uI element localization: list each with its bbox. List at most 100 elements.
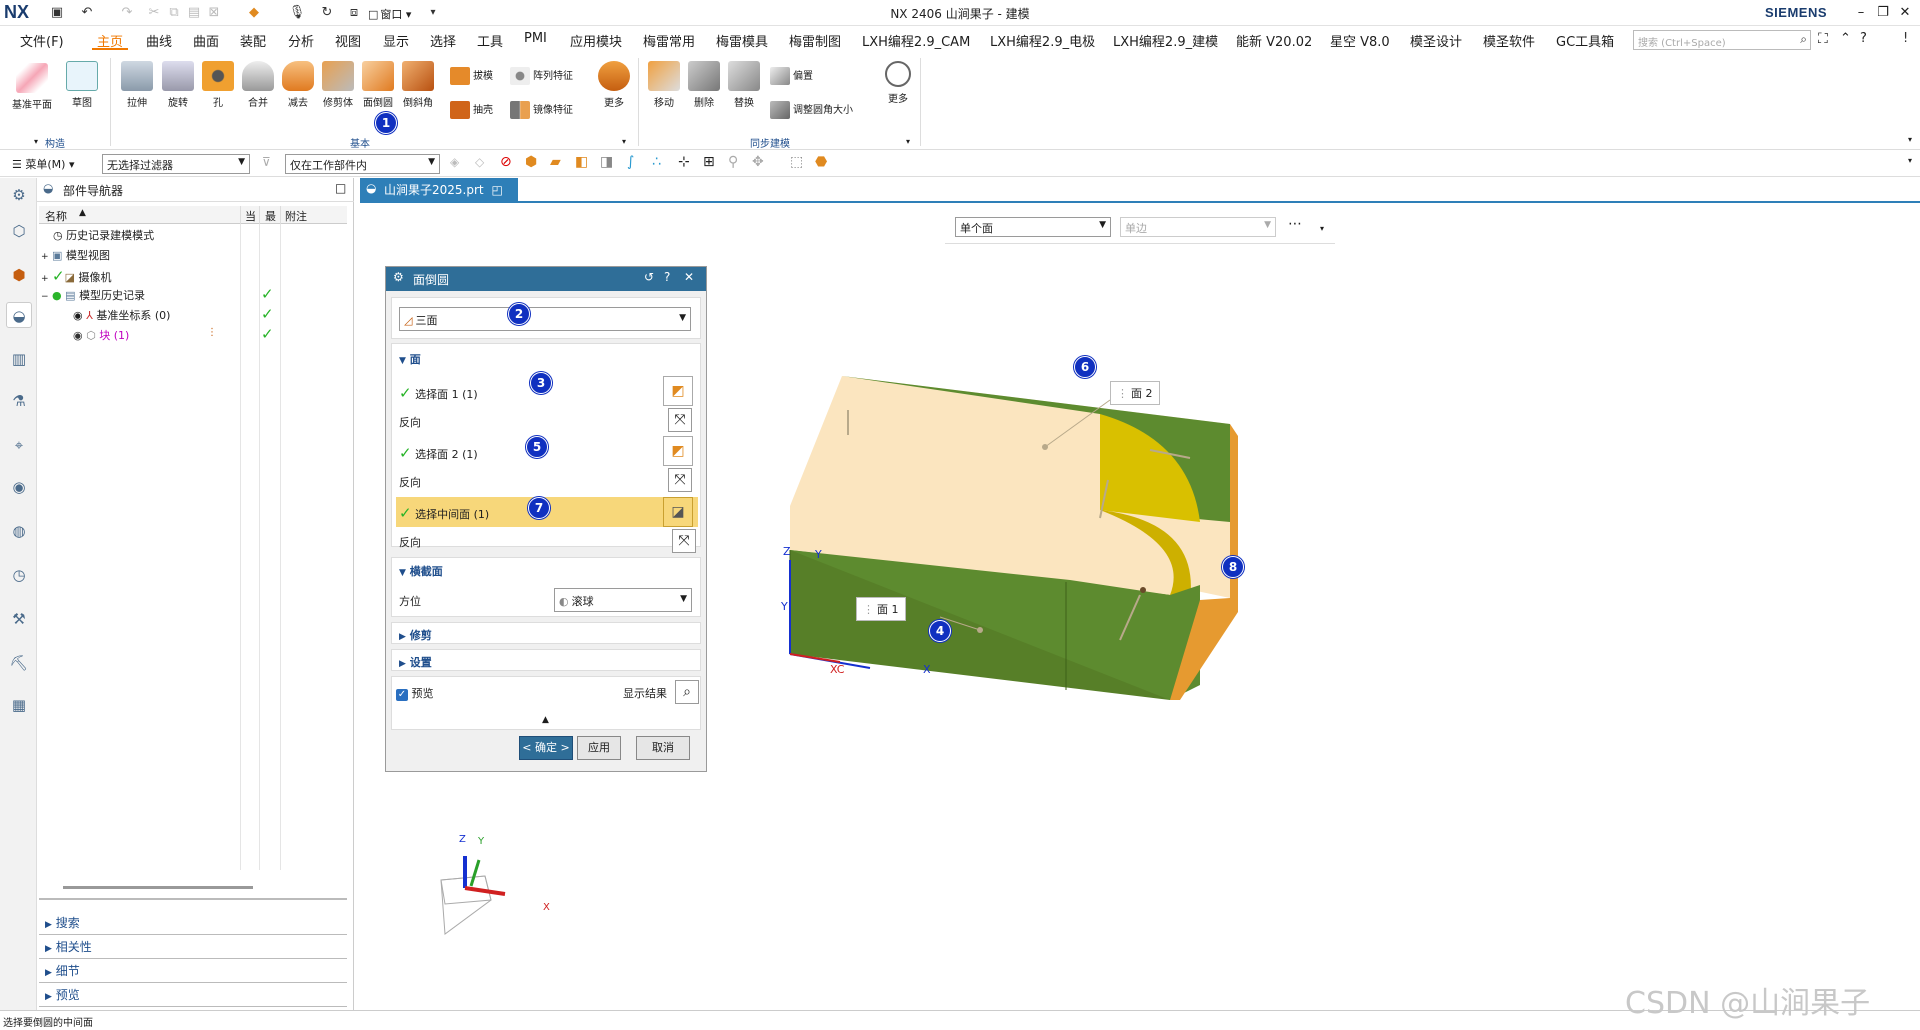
column-name[interactable]: 名称 (45, 208, 67, 224)
cross-section-header[interactable]: ▼ 横截面 (399, 563, 443, 579)
process-studio-icon[interactable]: ⚒ (6, 606, 32, 632)
apply-button[interactable]: 应用 (577, 736, 621, 760)
horizontal-scrollbar[interactable] (63, 886, 253, 889)
system-materials-icon[interactable]: ◍ (6, 518, 32, 544)
tree-row-cameras[interactable]: + ✓◪ 摄像机 (41, 267, 112, 287)
restore-icon[interactable]: ❐ (1871, 3, 1895, 23)
sync-dropdown-icon[interactable]: ▾ (906, 137, 910, 146)
menu-button[interactable]: ☰ 菜单(M) ▾ (12, 156, 74, 172)
mirror-feature-button[interactable]: 镜像特征 (510, 101, 573, 119)
settings-header[interactable]: ▶ 设置 (399, 654, 432, 670)
delete-face-button[interactable]: 删除 (684, 61, 724, 109)
move-handle-icon[interactable]: ✥ (752, 154, 764, 170)
menu-lxh-cam[interactable]: LXH编程2.9_CAM (862, 31, 970, 50)
menu-tools[interactable]: 工具 (477, 31, 503, 50)
toolbar-options-icon[interactable]: ▾ (1908, 156, 1912, 165)
menu-meilei-mold[interactable]: 梅雷模具 (716, 31, 768, 50)
menu-applications[interactable]: 应用模块 (570, 31, 622, 50)
snap-icon[interactable]: ⊹ (678, 154, 690, 170)
selection-bar-dropdown-icon[interactable]: ▾ (1320, 224, 1324, 233)
menu-lxh-electrode[interactable]: LXH编程2.9_电极 (990, 31, 1095, 50)
tree-row-history-mode[interactable]: ◷ 历史记录建模模式 (53, 227, 154, 247)
sort-ascending-icon[interactable]: ▲ (79, 208, 86, 218)
menu-xingkong[interactable]: 星空 V8.0 (1330, 31, 1390, 50)
column-latest[interactable]: 最 (265, 208, 276, 224)
pattern-feature-button[interactable]: 阵列特征 (510, 67, 573, 85)
select-face1-button[interactable]: ◩ (663, 376, 693, 406)
help-icon[interactable]: ? (1860, 31, 1867, 46)
ribbon-options-icon[interactable]: ▾ (1908, 135, 1912, 144)
reverse1-button[interactable]: ⤧ (668, 408, 692, 432)
rollback-icon[interactable]: ⋮ (207, 327, 217, 338)
reverse3-button[interactable]: ⤧ (672, 529, 696, 553)
tree-row-block[interactable]: ◉ ⬡ 块 (1) (73, 327, 129, 347)
trim-header[interactable]: ▶ 修剪 (399, 627, 432, 643)
snap-point-icon[interactable]: ⊞ (703, 154, 715, 170)
trim-section[interactable]: ▶ 修剪 (391, 622, 701, 644)
orientation-dropdown[interactable]: ◐ 滚球 ▼ (554, 588, 692, 612)
sheet-filter-icon[interactable]: ◨ (600, 154, 613, 170)
fullscreen-icon[interactable]: ⛶ (1818, 31, 1828, 47)
solid-filter-icon[interactable]: ⬢ (525, 154, 537, 170)
tree-row-model-history[interactable]: − ● ▤ 模型历史记录 (41, 287, 145, 307)
ok-button[interactable]: < 确定 > (519, 736, 573, 760)
visible-eye-icon[interactable]: ◉ (73, 329, 83, 342)
tree-row-datum-csys[interactable]: ◉ ⅄ 基准坐标系 (0) (73, 307, 170, 327)
select-middle-face-button[interactable]: ◪ (663, 497, 693, 527)
visible-eye-icon[interactable]: ◉ (73, 309, 83, 322)
dialog-help-icon[interactable]: ? (664, 270, 670, 284)
dialog-gear-icon[interactable]: ⚙ (393, 270, 404, 284)
face-rule-dropdown[interactable]: 单个面 ▼ (955, 217, 1111, 237)
shell-button[interactable]: 抽壳 (450, 101, 493, 119)
tree-row-model-views[interactable]: + ▣ 模型视图 (41, 247, 110, 267)
close-icon[interactable]: ✕ (1893, 3, 1917, 23)
part-navigator-icon[interactable]: ◒ (6, 302, 32, 328)
box-select-icon[interactable]: ⬚ (790, 154, 803, 170)
reverse2-button[interactable]: ⤧ (668, 468, 692, 492)
face-section-header[interactable]: ▼ 面 (399, 351, 421, 367)
blend-type-dropdown[interactable]: ◿ 三面 ▼ (399, 307, 691, 331)
curve-filter-icon[interactable]: ∫ (627, 154, 634, 170)
select-face2-row[interactable]: ✓ 选择面 2 (1) (399, 444, 478, 462)
face-blend-button[interactable]: 面倒圆 (358, 61, 398, 109)
edge-rule-dropdown[interactable]: 单边 ▼ (1120, 217, 1276, 237)
feature-select-icon[interactable]: ⬣ (815, 154, 827, 170)
menu-mosheng-software[interactable]: 模圣软件 (1483, 31, 1535, 50)
trim-body-button[interactable]: 修剪体 (318, 61, 358, 109)
extrude-button[interactable]: 拉伸 (117, 61, 157, 109)
menu-pmi[interactable]: PMI (524, 31, 547, 46)
dialog-close-icon[interactable]: ✕ (684, 270, 694, 284)
alert-icon[interactable]: ! (1903, 31, 1908, 46)
replace-face-button[interactable]: 替换 (724, 61, 764, 109)
show-result-button[interactable]: ⌕ (675, 680, 699, 704)
menu-lxh-modeling[interactable]: LXH编程2.9_建模 (1113, 31, 1218, 50)
minimize-icon[interactable]: – (1849, 3, 1873, 23)
assembly-navigator-icon[interactable]: ⬡ (6, 218, 32, 244)
menu-surface[interactable]: 曲面 (193, 31, 219, 50)
select-face2-button[interactable]: ◩ (663, 436, 693, 466)
resize-blend-button[interactable]: 调整圆角大小 (770, 101, 853, 119)
maximize-icon[interactable]: □ (335, 181, 346, 195)
deselect-icon[interactable]: ◇ (475, 155, 484, 169)
face-filter-icon[interactable]: ▰ (550, 154, 561, 170)
more-options-icon[interactable]: ⋯ (1288, 216, 1302, 232)
revolve-button[interactable]: 旋转 (158, 61, 198, 109)
panel-dependencies[interactable]: ▶ 相关性 (45, 938, 92, 955)
settings-section[interactable]: ▶ 设置 (391, 649, 701, 671)
point-filter-icon[interactable]: ∴ (652, 154, 661, 170)
menu-nengxin[interactable]: 能新 V20.02 (1236, 31, 1312, 50)
collapse-icon[interactable]: − (41, 292, 49, 302)
menu-assembly[interactable]: 装配 (240, 31, 266, 50)
collapse-arrow-icon[interactable]: ▲ (542, 715, 549, 725)
history-icon[interactable]: ◷ (6, 562, 32, 588)
command-search-input[interactable]: 搜索 (Ctrl+Space) ⌕ (1633, 30, 1811, 50)
web-browser-icon[interactable]: ⌖ (6, 432, 32, 458)
hd3d-tools-icon[interactable]: ⚗ (6, 388, 32, 414)
menu-gc-toolbox[interactable]: GC工具箱 (1556, 31, 1614, 50)
sketch-button[interactable]: 草图 (62, 61, 102, 109)
reuse-library-icon[interactable]: ▥ (6, 346, 32, 372)
scope-dropdown[interactable]: 仅在工作部件内 ▼ (285, 154, 440, 174)
menu-analysis[interactable]: 分析 (288, 31, 314, 50)
panel-details[interactable]: ▶ 细节 (45, 962, 80, 979)
menu-curve[interactable]: 曲线 (146, 31, 172, 50)
